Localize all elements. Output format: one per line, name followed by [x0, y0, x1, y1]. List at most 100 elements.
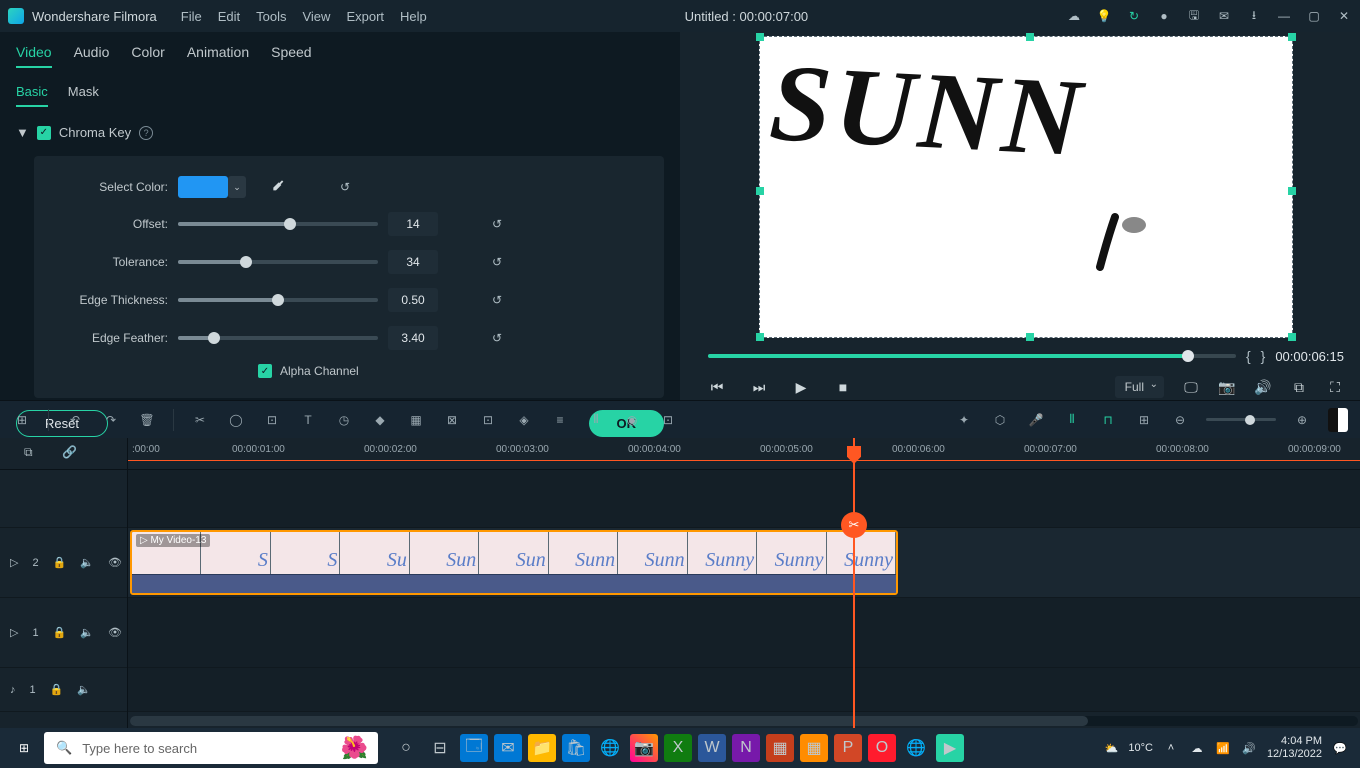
close-icon[interactable]: ✕	[1336, 8, 1352, 24]
crop-icon[interactable]: ⊡	[262, 410, 282, 430]
tool-icon-5[interactable]: ≡	[550, 410, 570, 430]
video-track-1[interactable]	[128, 598, 1360, 668]
tab-audio[interactable]: Audio	[74, 44, 110, 68]
edge-thickness-value[interactable]: 0.50	[388, 288, 438, 312]
taskbar-chrome-icon[interactable]: 🌐	[902, 734, 930, 762]
track-link-icon[interactable]: 🔗	[62, 445, 80, 463]
audio-track-1[interactable]	[128, 668, 1360, 712]
tray-onedrive-icon[interactable]: ☁	[1189, 740, 1205, 756]
video-track-2[interactable]: ▷ My Video-13 SS SuSunSun SunnSunnSunny …	[128, 528, 1360, 598]
preview-canvas[interactable]: SUNN	[759, 36, 1293, 338]
tool-icon-6[interactable]: ◉	[622, 410, 642, 430]
taskbar-excel-icon[interactable]: X	[664, 734, 692, 762]
tool-icon-2[interactable]: ▦	[406, 410, 426, 430]
playhead-split-icon[interactable]: ✂	[841, 512, 867, 538]
stop-button[interactable]: ■	[834, 378, 852, 396]
mute-icon[interactable]: 🔈	[80, 556, 94, 569]
timeline-view-toggle[interactable]	[1328, 408, 1348, 432]
taskbar-clock[interactable]: 4:04 PM 12/13/2022	[1267, 735, 1322, 761]
tab-mask[interactable]: Mask	[68, 84, 99, 107]
snapshot-icon[interactable]: 📷	[1218, 378, 1236, 396]
mark-in-button[interactable]: {	[1246, 348, 1251, 364]
download-icon[interactable]: ⭳	[1246, 8, 1262, 24]
tray-wifi-icon[interactable]: 📶	[1215, 740, 1231, 756]
tool-icon-3[interactable]: ⊠	[442, 410, 462, 430]
tab-color[interactable]: Color	[131, 44, 164, 68]
menu-file[interactable]: File	[181, 9, 202, 24]
display-icon[interactable]: 🖵	[1182, 378, 1200, 396]
tool-icon-4[interactable]: ⊡	[478, 410, 498, 430]
alpha-channel-checkbox[interactable]: ✓	[258, 364, 272, 378]
tab-video[interactable]: Video	[16, 44, 52, 68]
tray-chevron-icon[interactable]: ˄	[1163, 740, 1179, 756]
taskbar-app-icon[interactable]: ▦	[766, 734, 794, 762]
cloud-icon[interactable]: ☁	[1066, 8, 1082, 24]
mixer-icon[interactable]: ⫴	[1062, 410, 1082, 430]
maximize-icon[interactable]: ▢	[1306, 8, 1322, 24]
visibility-icon[interactable]: 👁	[108, 626, 122, 639]
fullscreen-icon[interactable]: ⛶	[1326, 378, 1344, 396]
zoom-slider[interactable]	[1206, 418, 1276, 421]
track-option-icon-1[interactable]: ⧉	[24, 445, 42, 463]
taskbar-onenote-icon[interactable]: N	[732, 734, 760, 762]
tool-icon-1[interactable]: ◯	[226, 410, 246, 430]
timeline-body[interactable]: :00:00 00:00:01:00 00:00:02:00 00:00:03:…	[128, 438, 1360, 728]
split-icon[interactable]: ✂	[190, 410, 210, 430]
pip-icon[interactable]: ⧉	[1290, 378, 1308, 396]
mail-icon[interactable]: ✉	[1216, 8, 1232, 24]
playhead[interactable]: ✂	[853, 438, 855, 728]
taskbar-powerpoint-icon[interactable]: P	[834, 734, 862, 762]
menu-export[interactable]: Export	[346, 9, 384, 24]
taskbar-store-icon[interactable]: 🛍	[562, 734, 590, 762]
audio-tool-icon[interactable]: ⫴	[586, 410, 606, 430]
color-dropdown-button[interactable]: ⌄	[228, 176, 246, 198]
spacer-track[interactable]	[128, 470, 1360, 528]
tab-speed[interactable]: Speed	[271, 44, 311, 68]
zoom-in-icon[interactable]: ⊕	[1292, 410, 1312, 430]
undo-icon[interactable]: ↶	[65, 410, 85, 430]
taskbar-filmora-icon[interactable]: ▶	[936, 734, 964, 762]
lock-icon[interactable]: 🔒	[50, 683, 64, 696]
mute-icon[interactable]: 🔈	[77, 683, 91, 696]
menu-edit[interactable]: Edit	[218, 9, 240, 24]
taskbar-word-icon[interactable]: W	[698, 734, 726, 762]
weather-icon[interactable]: ⛅	[1105, 742, 1119, 755]
speed-icon[interactable]: ◷	[334, 410, 354, 430]
profile-icon[interactable]: ●	[1156, 8, 1172, 24]
magnet-icon[interactable]: ⊓	[1098, 410, 1118, 430]
offset-value[interactable]: 14	[388, 212, 438, 236]
delete-icon[interactable]: 🗑	[137, 410, 157, 430]
tolerance-value[interactable]: 34	[388, 250, 438, 274]
offset-slider[interactable]	[178, 222, 378, 226]
menu-tools[interactable]: Tools	[256, 9, 286, 24]
start-button[interactable]: ⊞	[4, 728, 44, 768]
media-browser-icon[interactable]: ⊞	[12, 410, 32, 430]
edge-feather-value[interactable]: 3.40	[388, 326, 438, 350]
voiceover-icon[interactable]: 🎤	[1026, 410, 1046, 430]
color-icon[interactable]: ◆	[370, 410, 390, 430]
refresh-icon[interactable]: ↻	[1126, 8, 1142, 24]
mute-icon[interactable]: 🔈	[80, 626, 94, 639]
edge-thickness-slider[interactable]	[178, 298, 378, 302]
taskbar-search[interactable]: 🔍 Type here to search 🌺	[44, 732, 378, 764]
tab-animation[interactable]: Animation	[187, 44, 249, 68]
taskbar-edge-icon[interactable]: 🌐	[596, 734, 624, 762]
keyframe-icon[interactable]: ◈	[514, 410, 534, 430]
save-icon[interactable]: 🖫	[1186, 8, 1202, 24]
edge-feather-slider[interactable]	[178, 336, 378, 340]
menu-view[interactable]: View	[302, 9, 330, 24]
bulb-icon[interactable]: 💡	[1096, 8, 1112, 24]
marker-icon[interactable]: ⬡	[990, 410, 1010, 430]
reset-offset-icon[interactable]: ↺	[488, 215, 506, 233]
play-button[interactable]: ▶	[792, 378, 810, 396]
taskbar-explorer-icon[interactable]: 📁	[528, 734, 556, 762]
video-clip[interactable]: ▷ My Video-13 SS SuSunSun SunnSunnSunny …	[130, 530, 898, 595]
reset-color-icon[interactable]: ↺	[336, 178, 354, 196]
eyedropper-icon[interactable]	[270, 179, 286, 195]
minimize-icon[interactable]: —	[1276, 8, 1292, 24]
taskbar-cortana-icon[interactable]: ○	[392, 734, 420, 762]
timeline-h-scrollbar[interactable]	[130, 716, 1358, 726]
taskbar-app-icon[interactable]: ▦	[800, 734, 828, 762]
help-icon[interactable]: ?	[139, 126, 153, 140]
add-track-icon[interactable]: ⊞	[1134, 410, 1154, 430]
